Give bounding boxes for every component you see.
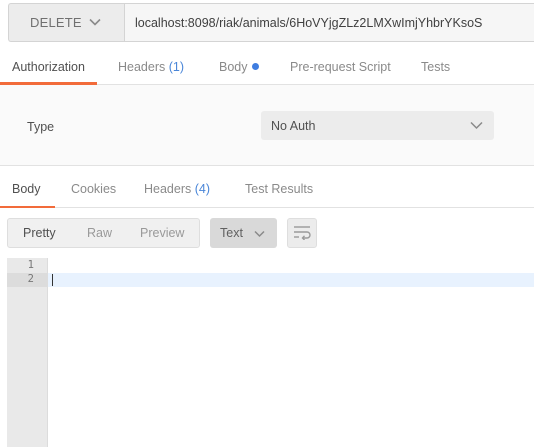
auth-type-select[interactable]: No Auth [261, 111, 494, 140]
tab-label: Headers [118, 60, 166, 74]
tab-test-results[interactable]: Test Results [245, 175, 313, 208]
tab-label: Body [12, 182, 41, 196]
wrap-lines-icon [292, 224, 312, 243]
tab-pre-request-script[interactable]: Pre-request Script [290, 54, 391, 85]
view-mode-group: Pretty Raw Preview [7, 218, 200, 248]
tab-label: Authorization [12, 60, 85, 74]
tab-label: Test Results [245, 182, 314, 196]
url-input[interactable]: localhost:8098/riak/animals/6HoVYjgZLz2L… [124, 3, 534, 42]
body-dot-icon [251, 63, 259, 70]
view-preview-button[interactable]: Preview [140, 226, 184, 240]
tab-body[interactable]: Body [219, 54, 259, 85]
format-value: Text [220, 226, 243, 240]
tab-headers[interactable]: Headers (1) [118, 54, 184, 85]
tab-response-headers[interactable]: Headers (4) [144, 175, 210, 208]
authorization-panel: Type No Auth [0, 85, 534, 166]
tab-label: Pre-request Script [290, 60, 391, 74]
headers-count: (1) [168, 60, 185, 74]
postman-window: DELETE localhost:8098/riak/animals/6HoVY… [0, 0, 534, 447]
chevron-down-icon [470, 120, 483, 134]
tab-label: Body [219, 60, 248, 74]
active-tab-indicator [0, 206, 55, 208]
tab-label: Tests [421, 60, 451, 74]
view-pretty-button[interactable]: Pretty [23, 226, 56, 240]
line-number: 2 [27, 273, 34, 285]
chevron-down-icon [89, 16, 101, 31]
tab-tests[interactable]: Tests [421, 54, 450, 85]
auth-type-value: No Auth [271, 118, 316, 133]
chevron-down-icon [254, 228, 265, 242]
format-select[interactable]: Text [210, 218, 277, 248]
auth-type-label: Type [27, 120, 55, 134]
request-tabs: Authorization Headers (1) Body Pre-reque… [0, 54, 534, 85]
url-text: localhost:8098/riak/animals/6HoVYjgZLz2L… [135, 15, 483, 30]
tab-authorization[interactable]: Authorization [0, 54, 97, 85]
tab-label: Cookies [71, 182, 117, 196]
tab-cookies[interactable]: Cookies [71, 175, 116, 208]
response-editor[interactable]: 1 2 [7, 258, 534, 447]
method-label: DELETE [30, 15, 82, 30]
response-tabs: Body Cookies Headers (4) Test Results [0, 175, 534, 208]
text-cursor [52, 274, 53, 286]
tab-response-body[interactable]: Body [0, 175, 55, 208]
line-number-gutter: 1 2 [7, 258, 48, 447]
line-number: 1 [27, 259, 34, 271]
view-raw-button[interactable]: Raw [87, 226, 112, 240]
request-bar: DELETE localhost:8098/riak/animals/6HoVY… [0, 0, 534, 46]
headers-count: (4) [194, 182, 211, 196]
method-select[interactable]: DELETE [8, 3, 124, 42]
tab-label: Headers [144, 182, 192, 196]
active-line-highlight [48, 273, 534, 287]
wrap-lines-button[interactable] [287, 218, 317, 248]
